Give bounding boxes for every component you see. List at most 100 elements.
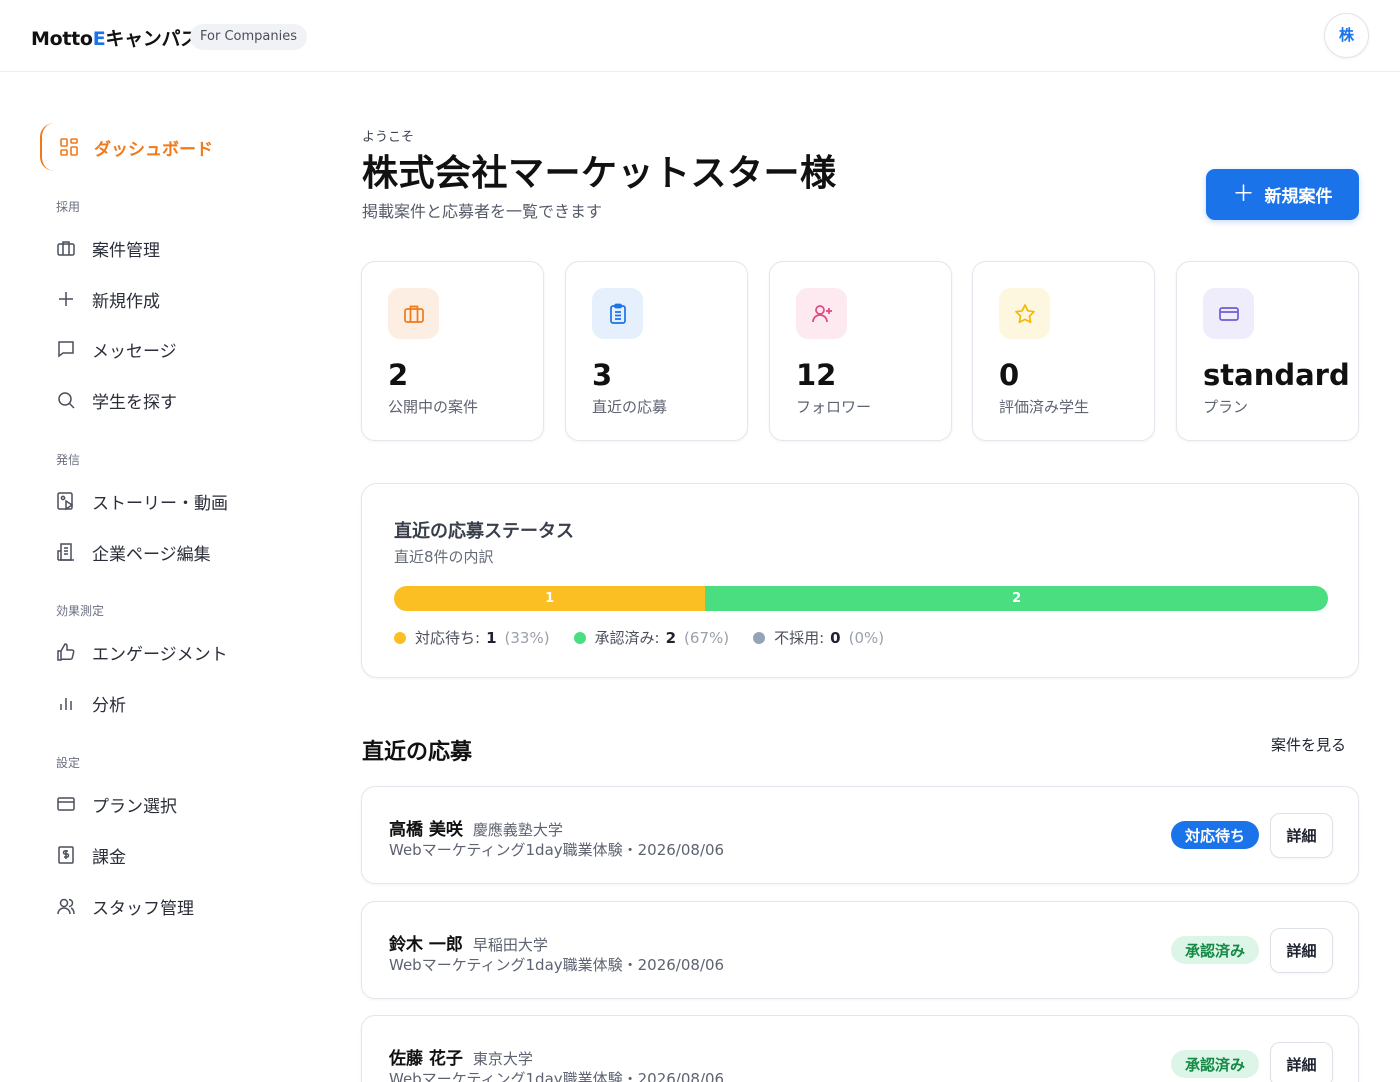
detail-button[interactable]: 詳細 [1270, 1042, 1333, 1082]
stat-card-recent-applications[interactable]: 3 直近の応募 [565, 261, 748, 441]
stat-label: 直近の応募 [592, 398, 668, 416]
legend-dot [573, 631, 586, 644]
star-icon [999, 288, 1050, 339]
sidebar-item-label: 案件管理 [92, 240, 160, 261]
sidebar-item-label: スタッフ管理 [92, 898, 194, 919]
applicant-school: 慶應義塾大学 [472, 821, 563, 839]
sidebar-item-billing[interactable]: 課金 [56, 837, 126, 873]
credit-card-icon [1203, 288, 1254, 339]
credit-card-icon [56, 794, 76, 814]
sidebar-item-label: プラン選択 [92, 796, 177, 817]
bar-chart-icon [56, 693, 76, 713]
section-label-publishing: 発信 [56, 453, 81, 467]
stat-card-plan[interactable]: standard プラン [1176, 261, 1359, 441]
stat-value: 3 [592, 358, 613, 392]
page-title: 株式会社マーケットスター様 [362, 153, 837, 194]
sidebar-item-plan[interactable]: プラン選択 [56, 786, 177, 822]
sidebar-item-dashboard[interactable]: ダッシュボード [40, 123, 280, 171]
sidebar-item-analytics[interactable]: 分析 [56, 685, 126, 721]
segment-count: 1 [545, 591, 555, 606]
application-row[interactable]: 高橋 美咲 慶應義塾大学 Webマーケティング1day職業体験・2026/08/0… [361, 786, 1359, 884]
application-row[interactable]: 鈴木 一郎 早稲田大学 Webマーケティング1day職業体験・2026/08/06… [361, 901, 1359, 999]
stat-card-rated-students[interactable]: 0 評価済み学生 [972, 261, 1155, 441]
sidebar-item-label: メッセージ [92, 341, 177, 362]
status-progress-bar: 1 2 [394, 586, 1328, 611]
user-plus-icon [796, 288, 847, 339]
sidebar-item-label: 新規作成 [92, 291, 160, 312]
app-logo[interactable]: MottoEキャンパス [31, 24, 199, 51]
sidebar-item-label: 課金 [92, 847, 126, 868]
logo-prefix: Motto [31, 28, 93, 50]
account-avatar[interactable]: 株 [1324, 13, 1369, 58]
detail-button[interactable]: 詳細 [1270, 813, 1333, 858]
building-icon [56, 542, 76, 562]
sidebar-item-label: ダッシュボード [94, 140, 213, 160]
status-segment-approved: 2 [705, 586, 1328, 611]
sidebar: ダッシュボード 採用 案件管理 新規作成 メッセージ 学生を探す 発信 ストーリ… [0, 72, 320, 1082]
detail-button[interactable]: 詳細 [1270, 928, 1333, 973]
legend-item-approved: 承認済み: 2 (67%) [573, 627, 730, 648]
legend-percent: (67%) [684, 628, 730, 647]
application-detail: Webマーケティング1day職業体験・2026/08/06 [389, 1070, 725, 1082]
applicant-name-line: 佐藤 花子 東京大学 [389, 1044, 533, 1069]
legend-count: 1 [486, 628, 497, 647]
stat-value: 0 [999, 358, 1020, 392]
sidebar-item-jobs[interactable]: 案件管理 [56, 230, 160, 266]
sidebar-item-create[interactable]: 新規作成 [56, 281, 160, 317]
sidebar-item-engagement[interactable]: エンゲージメント [56, 634, 228, 670]
status-panel-subtitle: 直近8件の内訳 [394, 548, 494, 566]
legend-item-rejected: 不採用: 0 (0%) [753, 627, 884, 648]
applicant-name-line: 高橋 美咲 慶應義塾大学 [389, 815, 563, 840]
sidebar-item-company-page[interactable]: 企業ページ編集 [56, 534, 211, 570]
legend-label: 対応待ち: [415, 629, 481, 647]
for-companies-badge: For Companies [190, 24, 307, 50]
plus-icon: ＋ [1232, 181, 1255, 207]
status-badge: 承認済み [1171, 936, 1259, 964]
image-video-icon [56, 491, 76, 511]
recent-applications-title: 直近の応募 [362, 740, 473, 765]
application-status-panel: 直近の応募ステータス 直近8件の内訳 1 2 対応待ち: 1 (33%) 承認済… [361, 483, 1359, 678]
sidebar-item-label: エンゲージメント [92, 644, 228, 665]
sidebar-item-stories[interactable]: ストーリー・動画 [56, 483, 228, 519]
stat-card-open-jobs[interactable]: 2 公開中の案件 [361, 261, 544, 441]
legend-label: 不採用: [774, 629, 825, 647]
briefcase-icon [56, 238, 76, 258]
stat-label: フォロワー [796, 398, 872, 416]
search-icon [56, 390, 76, 410]
sidebar-item-find-students[interactable]: 学生を探す [56, 382, 177, 418]
view-jobs-link[interactable]: 案件を見る [1271, 734, 1346, 755]
sidebar-item-label: 企業ページ編集 [92, 544, 211, 565]
briefcase-icon [388, 288, 439, 339]
legend-item-pending: 対応待ち: 1 (33%) [394, 627, 550, 648]
applicant-school: 早稲田大学 [472, 936, 548, 954]
status-legend: 対応待ち: 1 (33%) 承認済み: 2 (67%) 不採用: 0 (0%) [394, 627, 908, 648]
thumbs-up-icon [56, 642, 76, 662]
application-detail: Webマーケティング1day職業体験・2026/08/06 [389, 841, 725, 859]
legend-dot [753, 631, 766, 644]
section-label-measurement: 効果測定 [56, 604, 105, 618]
stat-label: 評価済み学生 [999, 398, 1090, 416]
top-header: MottoEキャンパス For Companies 株 [0, 0, 1400, 72]
sidebar-item-messages[interactable]: メッセージ [56, 331, 177, 367]
status-segment-pending: 1 [394, 586, 706, 611]
status-badge: 対応待ち [1171, 821, 1259, 849]
applicant-name: 高橋 美咲 [389, 820, 463, 840]
welcome-text: ようこそ [362, 130, 415, 145]
applicant-name: 佐藤 花子 [389, 1049, 463, 1069]
legend-percent: (0%) [848, 628, 885, 647]
applicant-school: 東京大学 [472, 1050, 533, 1068]
sidebar-item-staff[interactable]: スタッフ管理 [56, 888, 194, 924]
plus-icon [56, 289, 76, 309]
legend-count: 2 [665, 628, 677, 647]
message-icon [56, 339, 76, 359]
legend-percent: (33%) [504, 628, 550, 647]
logo-accent: E [92, 28, 106, 50]
new-job-button[interactable]: ＋ 新規案件 [1206, 169, 1359, 220]
sidebar-item-label: ストーリー・動画 [92, 493, 228, 514]
application-detail: Webマーケティング1day職業体験・2026/08/06 [389, 956, 725, 974]
dashboard-grid-icon [59, 137, 79, 157]
application-row[interactable]: 佐藤 花子 東京大学 Webマーケティング1day職業体験・2026/08/06 … [361, 1015, 1359, 1082]
page-subtitle: 掲載案件と応募者を一覧できます [362, 202, 603, 221]
applicant-name: 鈴木 一郎 [389, 935, 463, 955]
stat-card-followers[interactable]: 12 フォロワー [769, 261, 952, 441]
